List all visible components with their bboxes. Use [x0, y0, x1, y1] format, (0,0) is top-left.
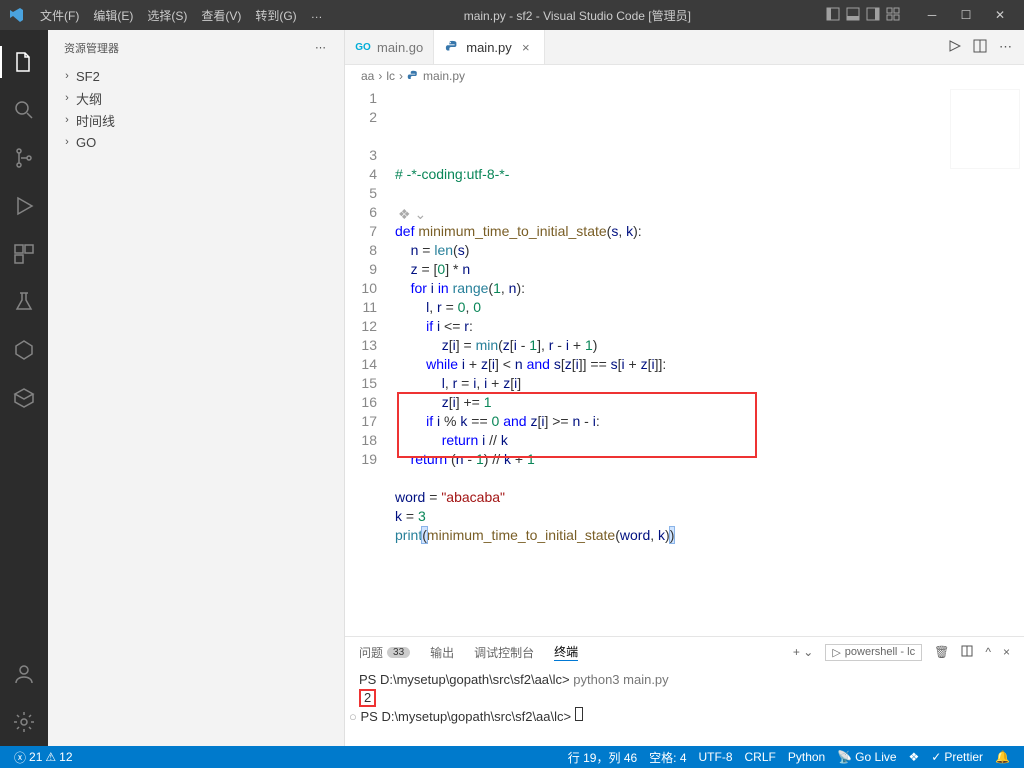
panel-tab-problems[interactable]: 问题33	[359, 644, 410, 661]
extra-icon-1[interactable]	[0, 326, 48, 374]
sidebar-item[interactable]: ›GO	[48, 131, 344, 153]
sidebar-title: 资源管理器	[64, 40, 315, 56]
bottom-panel: 问题33 输出 调试控制台 终端 + ⌄ ▷ powershell - lc 🗑…	[345, 636, 1024, 746]
code-editor[interactable]: 12345678910111213141516171819 ❖ ⌄ # -*-c…	[345, 87, 1024, 636]
status-cursor[interactable]: 行 19，列 46	[562, 749, 643, 766]
editor-tabs: GO main.go main.py × ⋯	[345, 30, 1024, 65]
menu-item[interactable]: 选择(S)	[141, 5, 193, 26]
sidebar-item[interactable]: ›时间线	[48, 109, 344, 131]
extensions-icon[interactable]	[0, 230, 48, 278]
explorer-sidebar: 资源管理器 ⋯ ›SF2›大纲›时间线›GO	[48, 30, 345, 746]
maximize-button[interactable]: ☐	[950, 0, 982, 30]
python-file-icon	[444, 39, 460, 55]
toggle-secondary-icon[interactable]	[866, 7, 880, 24]
run-debug-icon[interactable]	[0, 182, 48, 230]
status-bar: ⓧ 21 ⚠ 12 行 19，列 46 空格: 4 UTF-8 CRLF Pyt…	[0, 746, 1024, 768]
status-eol[interactable]: CRLF	[739, 750, 782, 764]
status-errors[interactable]: ⓧ 21 ⚠ 12	[8, 749, 79, 766]
run-icon[interactable]	[947, 39, 961, 56]
split-editor-icon[interactable]	[973, 39, 987, 56]
settings-gear-icon[interactable]	[0, 698, 48, 746]
chevron-right-icon: ›	[60, 70, 74, 82]
minimize-button[interactable]: ─	[916, 0, 948, 30]
minimap[interactable]	[950, 89, 1020, 169]
chevron-right-icon: ›	[60, 136, 74, 148]
panel-tab-output[interactable]: 输出	[430, 644, 454, 661]
toggle-panel-icon[interactable]	[846, 7, 860, 24]
toggle-sidebar-icon[interactable]	[826, 7, 840, 24]
explorer-icon[interactable]	[0, 38, 48, 86]
tab-label: main.go	[377, 40, 423, 55]
testing-icon[interactable]	[0, 278, 48, 326]
maximize-panel-icon[interactable]: ^	[985, 645, 991, 659]
tab-main-py[interactable]: main.py ×	[434, 30, 545, 64]
terminal-cursor	[575, 707, 583, 721]
python-file-icon	[407, 70, 419, 82]
panel-tab-terminal[interactable]: 终端	[554, 643, 578, 661]
status-golive[interactable]: 📡 Go Live	[831, 750, 902, 764]
new-terminal-icon[interactable]: + ⌄	[793, 645, 813, 659]
window-controls: ─ ☐ ✕	[916, 0, 1016, 30]
vscode-logo-icon	[8, 7, 24, 23]
terminal[interactable]: PS D:\mysetup\gopath\src\sf2\aa\lc> pyth…	[345, 667, 1024, 746]
search-icon[interactable]	[0, 86, 48, 134]
tab-label: main.py	[466, 40, 512, 55]
layout-controls	[826, 7, 900, 24]
chevron-right-icon: ›	[60, 92, 74, 104]
panel-tabs: 问题33 输出 调试控制台 终端 + ⌄ ▷ powershell - lc 🗑…	[345, 637, 1024, 667]
breadcrumb[interactable]: aa › lc › main.py	[345, 65, 1024, 87]
sidebar-more-icon[interactable]: ⋯	[315, 41, 328, 54]
status-language[interactable]: Python	[782, 750, 831, 764]
kill-terminal-icon[interactable]: 🗑	[934, 645, 949, 659]
title-bar: 文件(F)编辑(E)选择(S)查看(V)转到(G)… main.py - sf2…	[0, 0, 1024, 30]
split-terminal-icon[interactable]	[961, 645, 973, 660]
menu-bar: 文件(F)编辑(E)选择(S)查看(V)转到(G)…	[34, 5, 329, 26]
tab-main-go[interactable]: GO main.go	[345, 30, 434, 64]
more-actions-icon[interactable]: ⋯	[999, 39, 1012, 55]
close-panel-icon[interactable]: ×	[1003, 645, 1010, 659]
code-content[interactable]: ❖ ⌄ # -*-coding:utf-8-*-def minimum_time…	[395, 87, 1024, 636]
menu-item[interactable]: 文件(F)	[34, 5, 85, 26]
menu-item[interactable]: 编辑(E)	[87, 5, 139, 26]
terminal-output-highlight: 2	[359, 689, 376, 707]
menu-item[interactable]: …	[305, 5, 329, 26]
status-notifications-icon[interactable]: 🔔	[989, 750, 1016, 764]
go-file-icon: GO	[355, 39, 371, 55]
close-tab-icon[interactable]: ×	[518, 40, 534, 55]
account-icon[interactable]	[0, 650, 48, 698]
sidebar-item[interactable]: ›大纲	[48, 87, 344, 109]
menu-item[interactable]: 查看(V)	[195, 5, 247, 26]
source-control-icon[interactable]	[0, 134, 48, 182]
code-annotation-icon[interactable]: ❖ ⌄	[398, 205, 426, 224]
status-spaces[interactable]: 空格: 4	[643, 749, 692, 766]
activity-bar	[0, 30, 48, 746]
status-prettier[interactable]: ✓ Prettier	[925, 750, 989, 764]
panel-tab-debug-console[interactable]: 调试控制台	[474, 644, 534, 661]
customize-layout-icon[interactable]	[886, 7, 900, 24]
status-extra-icon[interactable]: ❖	[903, 750, 926, 764]
editor-group: GO main.go main.py × ⋯ aa › lc › main.py…	[345, 30, 1024, 746]
chevron-right-icon: ›	[60, 114, 74, 126]
close-button[interactable]: ✕	[984, 0, 1016, 30]
sidebar-item[interactable]: ›SF2	[48, 65, 344, 87]
terminal-shell-selector[interactable]: ▷ powershell - lc	[825, 644, 922, 661]
menu-item[interactable]: 转到(G)	[249, 5, 302, 26]
status-encoding[interactable]: UTF-8	[693, 750, 739, 764]
window-title: main.py - sf2 - Visual Studio Code [管理员]	[329, 7, 826, 24]
line-numbers: 12345678910111213141516171819	[345, 87, 395, 636]
extra-icon-2[interactable]	[0, 374, 48, 422]
